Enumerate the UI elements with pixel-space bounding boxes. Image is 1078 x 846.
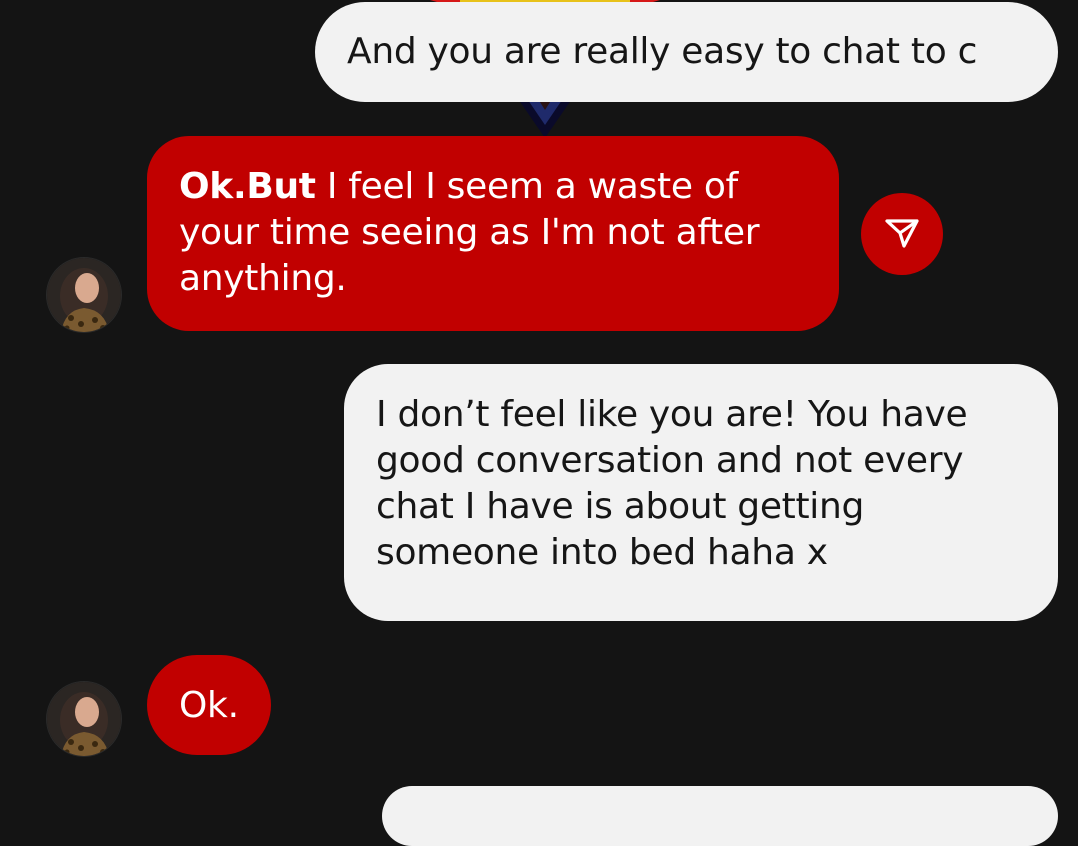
message-text: I don’t feel like you are! You have good… [376,394,968,573]
message-text: And you are really easy to chat to c [347,31,978,72]
contact-avatar[interactable] [47,682,121,756]
paper-plane-icon [882,212,922,256]
message-incoming[interactable]: Ok. [147,655,271,755]
message-bold-prefix: Ok.But [179,166,316,207]
message-outgoing[interactable]: I don’t feel like you are! You have good… [344,364,1058,621]
contact-avatar[interactable] [47,258,121,332]
message-text: Ok. [179,685,239,726]
message-incoming[interactable]: Ok.But I feel I seem a waste of your tim… [147,136,839,331]
message-outgoing[interactable]: And you are really easy to chat to c [315,2,1058,102]
message-outgoing-partial[interactable] [382,786,1058,846]
forward-button[interactable] [861,193,943,275]
